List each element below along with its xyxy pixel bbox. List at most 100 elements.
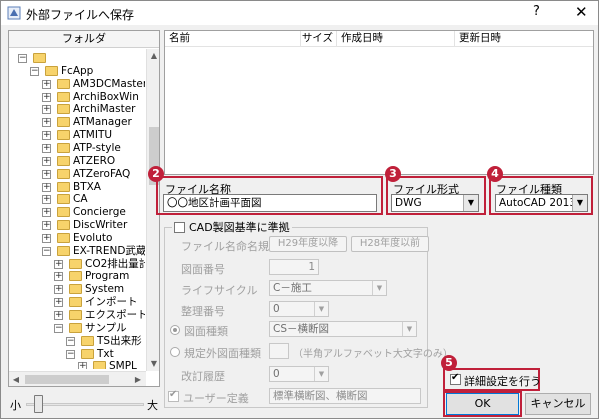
drawing-type-value: CS－横断図 (273, 323, 329, 335)
column-created[interactable]: 作成日時 (337, 31, 455, 47)
chevron-down-icon[interactable]: ▼ (402, 322, 416, 336)
expand-icon[interactable]: + (42, 156, 51, 166)
outside-type-radio[interactable] (170, 347, 180, 357)
folder-pane-header: フォルダ (9, 31, 159, 48)
column-size[interactable]: サイズ (301, 31, 337, 47)
expand-icon[interactable]: + (54, 272, 63, 282)
chevron-down-icon[interactable]: ▼ (463, 195, 478, 211)
outside-type-hint: （半角アルファベット大文字のみ） (293, 349, 453, 360)
lifecycle-select[interactable]: C－施工 ▼ (269, 280, 387, 296)
expand-icon[interactable]: + (54, 311, 63, 320)
filetype-value: AutoCAD 2013 (499, 197, 577, 209)
chevron-down-icon[interactable]: ▼ (372, 281, 386, 295)
scroll-down-icon[interactable]: ▼ (147, 357, 159, 371)
revision-label: 改訂履歴 (181, 370, 225, 383)
expand-icon[interactable]: + (42, 79, 51, 89)
lifecycle-label: ライフサイクル (181, 284, 258, 297)
drawing-type-select[interactable]: CS－横断図 ▼ (269, 321, 417, 337)
chevron-down-icon[interactable]: ▼ (572, 195, 587, 211)
outside-type-input[interactable] (269, 343, 289, 359)
expand-icon[interactable]: + (54, 259, 63, 269)
folder-icon (33, 53, 46, 63)
collapse-icon[interactable]: − (42, 246, 51, 256)
arrange-number-select[interactable]: 0 ▼ (269, 301, 329, 317)
rule-h29-button[interactable]: H29年度以降 (269, 236, 347, 252)
file-list-header: 名前 サイズ 作成日時 更新日時 (165, 31, 593, 47)
drawing-type-label: 図面種類 (184, 325, 228, 338)
expand-icon[interactable]: + (42, 233, 51, 243)
close-button[interactable]: ✕ (575, 3, 588, 21)
drawing-type-radio[interactable] (170, 325, 180, 335)
expand-icon[interactable]: + (42, 105, 51, 115)
folder-icon (69, 258, 82, 269)
format-value: DWG (395, 197, 422, 209)
scroll-left-icon[interactable]: ◀ (9, 372, 23, 386)
folder-icon (57, 181, 70, 192)
collapse-icon[interactable]: − (66, 349, 75, 359)
folder-tree[interactable]: − − FcApp + AM3DCMaster + ArchiBoxWin + ArchiMas… (9, 49, 145, 369)
folder-icon (93, 361, 106, 369)
filename-input[interactable]: 〇〇地区計画平面図 (163, 194, 377, 212)
folder-icon (57, 194, 70, 205)
tree-horizontal-scrollbar[interactable]: ◀ ▶ (9, 371, 146, 386)
cad-standard-label: CAD製図基準に準拠 (189, 221, 290, 234)
expand-icon[interactable]: + (42, 118, 51, 128)
user-defined-checkbox[interactable] (168, 389, 179, 402)
expand-icon[interactable]: + (54, 298, 63, 308)
tree-item[interactable]: + SMPL (9, 359, 145, 369)
detail-setting-checkbox[interactable] (450, 372, 461, 385)
ok-button[interactable]: OK (446, 393, 519, 415)
format-select[interactable]: DWG ▼ (391, 194, 479, 212)
expand-icon[interactable]: + (42, 143, 51, 153)
folder-icon (69, 322, 82, 333)
expand-icon[interactable]: + (42, 131, 51, 141)
scroll-right-icon[interactable]: ▶ (131, 372, 145, 386)
chevron-down-icon[interactable]: ▼ (314, 302, 328, 316)
file-list[interactable]: 名前 サイズ 作成日時 更新日時 (164, 30, 594, 175)
folder-icon (45, 65, 58, 76)
collapse-icon[interactable]: − (30, 66, 39, 76)
collapse-icon[interactable]: − (54, 323, 63, 333)
expand-icon[interactable]: + (78, 362, 87, 369)
collapse-icon[interactable]: − (66, 336, 75, 346)
hscroll-thumb[interactable] (25, 375, 109, 384)
expand-icon[interactable]: + (42, 169, 51, 179)
expand-icon[interactable]: + (54, 285, 63, 295)
user-defined-label: ユーザー定義 (183, 392, 249, 405)
column-name[interactable]: 名前 (165, 31, 301, 47)
folder-icon (69, 310, 82, 320)
folder-tree-pane: フォルダ − − FcApp + AM3DCMaster + ArchiBoxWin + Arc… (8, 30, 160, 387)
size-slider-thumb[interactable] (34, 395, 43, 413)
folder-icon (57, 207, 70, 218)
cancel-button[interactable]: キャンセル (525, 393, 591, 415)
user-defined-input[interactable]: 標準横断図、横断図 (269, 388, 421, 404)
column-updated[interactable]: 更新日時 (455, 31, 593, 47)
tree-item-label: SMPL (109, 360, 137, 369)
cad-standard-checkbox[interactable] (174, 222, 185, 233)
drawing-number-input[interactable]: 1 (269, 259, 319, 275)
folder-icon (57, 220, 70, 231)
expand-icon[interactable]: + (42, 221, 51, 231)
chevron-down-icon[interactable]: ▼ (314, 367, 328, 381)
folder-icon (81, 348, 94, 359)
expand-icon[interactable]: + (42, 92, 51, 102)
arrange-number-label: 整理番号 (181, 305, 225, 318)
expand-icon[interactable]: + (42, 182, 51, 192)
revision-select[interactable]: 0 ▼ (269, 366, 329, 382)
naming-rule-label: ファイル名命名規則 (181, 240, 280, 253)
filetype-select[interactable]: AutoCAD 2013 ▼ (495, 194, 588, 212)
rule-h28-button[interactable]: H28年度以前 (351, 236, 429, 252)
folder-icon (57, 232, 70, 243)
help-button[interactable]: ? (533, 4, 540, 19)
window-title: 外部ファイルへ保存 (26, 8, 135, 22)
expand-icon[interactable]: + (42, 208, 51, 218)
folder-icon (69, 297, 82, 308)
folder-icon (57, 117, 70, 128)
size-slider-track[interactable] (26, 403, 144, 406)
collapse-icon[interactable]: − (18, 54, 27, 63)
scroll-up-icon[interactable]: ▲ (147, 49, 159, 63)
slider-small-label: 小 (10, 399, 21, 412)
folder-icon (57, 245, 70, 256)
badge-2: 2 (148, 166, 164, 182)
expand-icon[interactable]: + (42, 195, 51, 205)
